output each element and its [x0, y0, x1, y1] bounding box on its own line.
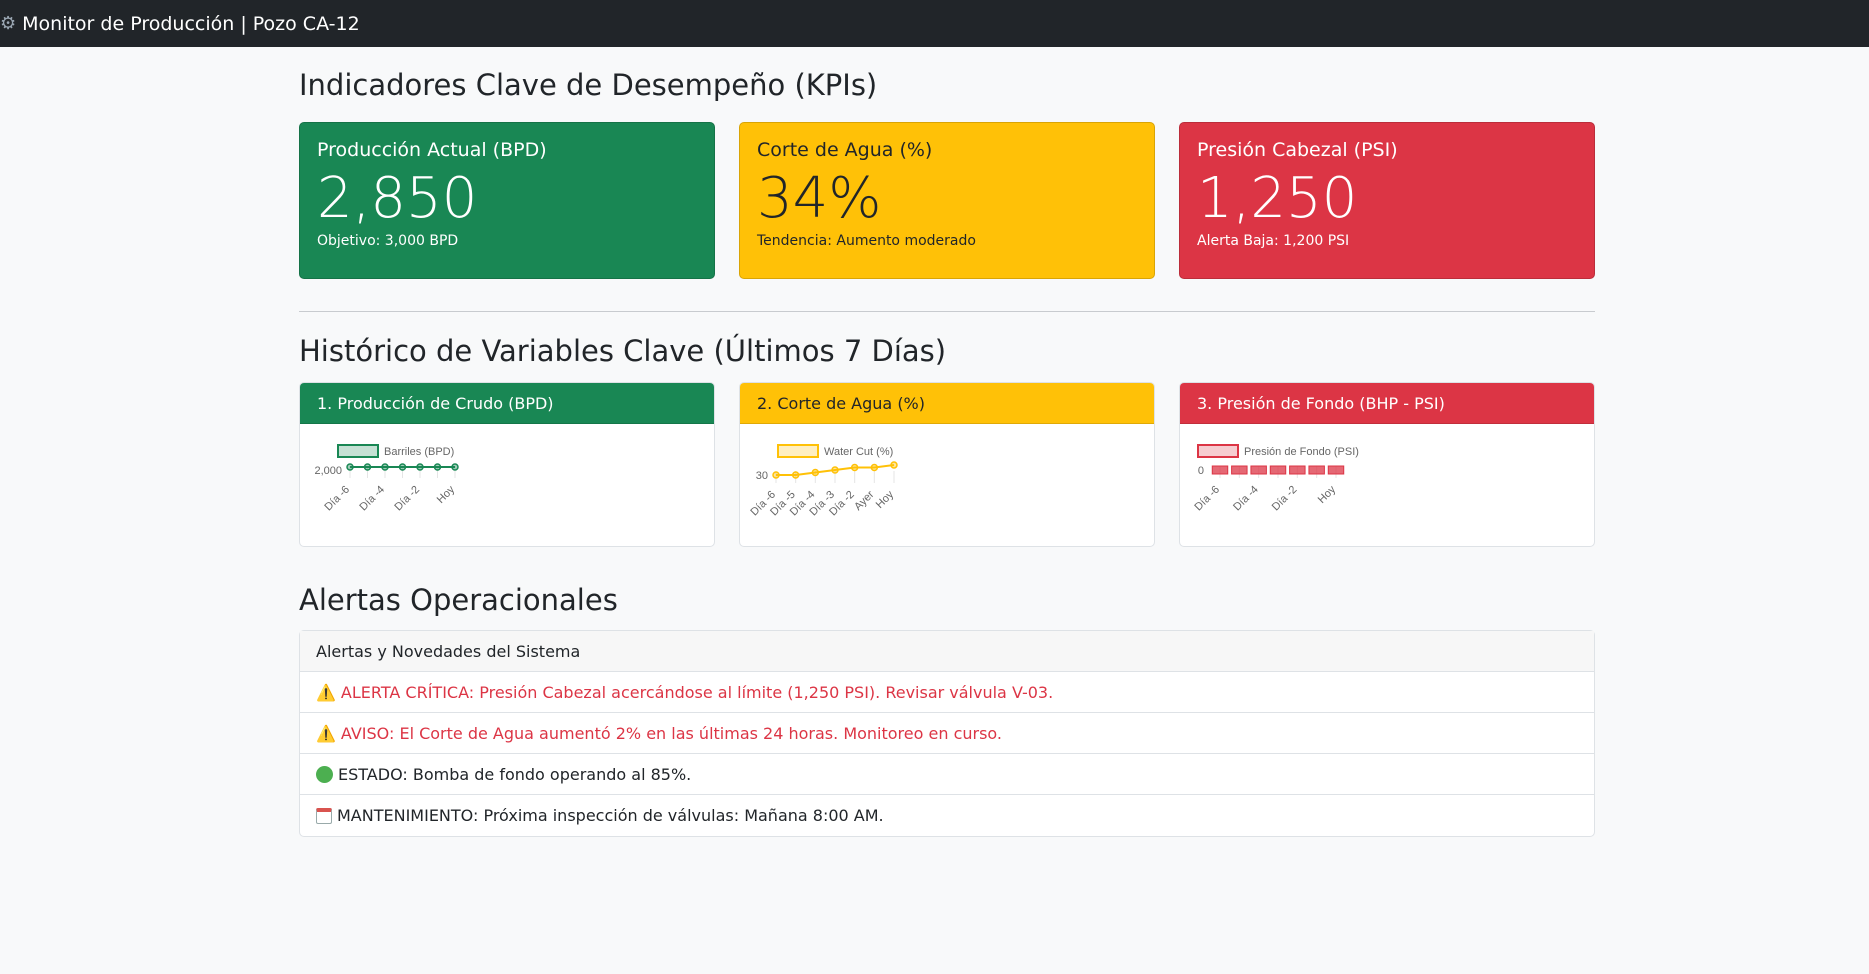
navbar: ⚙ Monitor de Producción | Pozo CA-12 [0, 0, 1869, 47]
x-tick-label: Hoy [874, 488, 897, 511]
y-tick-label: 30 [756, 470, 768, 482]
x-tick-label: Hoy [435, 483, 458, 506]
kpi-subtitle: Alerta Baja: 1,200 PSI [1197, 233, 1350, 250]
x-tick-label: Hoy [1316, 483, 1339, 506]
bar [1211, 465, 1229, 475]
chart-body: Presión de Fondo (PSI) 0 Día -6 Día -4 Día -… [1180, 424, 1594, 546]
x-tick-label: Día -2 [1270, 484, 1300, 514]
kpi-card-production: Producción Actual (BPD) 2,850 Objetivo: … [299, 122, 715, 279]
alert-item: ⚠️ AVISO: El Corte de Agua aumentó 2% en… [300, 713, 1594, 754]
bar [1231, 465, 1248, 475]
chart-row: 1. Producción de Crudo (BPD) Barriles (B… [299, 382, 1595, 547]
data-point [416, 463, 424, 471]
legend-swatch [1197, 444, 1239, 458]
legend-label: Barriles (BPD) [384, 446, 454, 458]
alert-item: ⚠️ ALERTA CRÍTICA: Presión Cabezal acerc… [300, 672, 1594, 713]
chart-card-title: 2. Corte de Agua (%) [740, 383, 1154, 424]
data-point [381, 463, 389, 471]
bar [1289, 465, 1306, 475]
alert-text: ALERTA CRÍTICA: Presión Cabezal acercánd… [340, 682, 1054, 702]
data-point [791, 471, 800, 479]
kpi-value: 1,250 [1197, 166, 1358, 231]
main-container: Indicadores Clave de Desempeño (KPIs) Pr… [299, 47, 1595, 837]
legend-swatch [337, 444, 379, 458]
x-tick-label: Día -2 [392, 484, 422, 514]
data-point [346, 463, 354, 471]
data-point [433, 463, 442, 471]
warning-icon: ⚠️ [316, 682, 336, 702]
x-tick-label: Día -6 [1192, 484, 1222, 514]
chart-card-water-cut: 2. Corte de Agua (%) Water Cut (%) 30 Día … [739, 382, 1155, 547]
kpi-card-head-pressure: Presión Cabezal (PSI) 1,250 Alerta Baja:… [1179, 122, 1595, 279]
chart-body: Water Cut (%) 30 Día -6 Día -5 Día -4 Día -3 D… [740, 424, 1154, 546]
bar [1250, 465, 1267, 475]
data-point [772, 471, 780, 479]
production-chart: Barriles (BPD) 2,000 Día -6 Día -4 Día -2 Hoy [314, 444, 459, 514]
kpi-subtitle: Tendencia: Aumento moderado [757, 233, 976, 250]
gear-icon: ⚙ [0, 13, 17, 34]
alert-text: MANTENIMIENTO: Próxima inspección de vál… [337, 806, 884, 825]
data-point [850, 463, 859, 472]
y-tick-label: 2,000 [314, 465, 342, 477]
green-circle-icon [316, 765, 333, 783]
bar [1269, 465, 1287, 475]
history-section-title: Histórico de Variables Clave (Últimos 7 … [299, 334, 947, 368]
warning-icon: ⚠️ [316, 723, 336, 743]
alerts-panel: Alertas y Novedades del Sistema ⚠️ ALERT… [299, 630, 1595, 837]
section-divider [299, 311, 1595, 312]
kpi-row: Producción Actual (BPD) 2,850 Objetivo: … [299, 122, 1595, 279]
legend-label: Water Cut (%) [824, 446, 893, 458]
kpi-title: Producción Actual (BPD) [317, 139, 547, 161]
kpi-subtitle: Objetivo: 3,000 BPD [317, 233, 459, 250]
bottom-pressure-chart: Presión de Fondo (PSI) 0 Día -6 Día -4 Día -… [1192, 444, 1359, 514]
x-tick-label: Día -6 [322, 484, 352, 514]
legend-label: Presión de Fondo (PSI) [1244, 446, 1359, 458]
kpi-card-water-cut: Corte de Agua (%) 34% Tendencia: Aumento… [739, 122, 1155, 279]
kpi-section-title: Indicadores Clave de Desempeño (KPIs) [299, 68, 878, 102]
kpi-title: Corte de Agua (%) [757, 139, 933, 161]
chart-body: Barriles (BPD) 2,000 Día -6 Día -4 Día -2 Hoy [300, 424, 714, 546]
x-tick-label: Día -4 [1231, 484, 1261, 514]
data-point [811, 468, 820, 477]
data-point [831, 466, 839, 474]
x-tick-label: Ayer [852, 488, 877, 513]
legend-swatch [777, 444, 819, 458]
data-point [870, 463, 879, 472]
alert-item: ESTADO: Bomba de fondo operando al 85%. [300, 754, 1594, 795]
kpi-value: 34% [757, 166, 882, 231]
navbar-title: Monitor de Producción | Pozo CA-12 [22, 12, 360, 35]
alerts-section-title: Alertas Operacionales [299, 583, 618, 617]
data-point [398, 463, 407, 471]
water-cut-chart: Water Cut (%)30Día -6Día -5Día -4Día -3D… [748, 444, 898, 518]
chart-card-bottom-pressure: 3. Presión de Fondo (BHP - PSI) Presión … [1179, 382, 1595, 547]
bar [1308, 465, 1325, 475]
alerts-panel-header: Alertas y Novedades del Sistema [300, 631, 1594, 672]
data-point [451, 463, 459, 471]
bar [1327, 465, 1345, 475]
kpi-value: 2,850 [317, 166, 478, 231]
chart-card-title: 1. Producción de Crudo (BPD) [300, 383, 714, 424]
data-point [363, 463, 372, 471]
alert-text: AVISO: El Corte de Agua aumentó 2% en la… [340, 723, 1003, 743]
kpi-title: Presión Cabezal (PSI) [1197, 139, 1398, 161]
x-tick-label: Día -4 [357, 484, 387, 514]
calendar-icon [316, 807, 332, 824]
y-tick-label: 0 [1198, 465, 1204, 477]
alert-text: ESTADO: Bomba de fondo operando al 85%. [338, 764, 692, 784]
data-point [890, 461, 898, 469]
chart-card-title: 3. Presión de Fondo (BHP - PSI) [1180, 383, 1594, 424]
chart-card-production: 1. Producción de Crudo (BPD) Barriles (B… [299, 382, 715, 547]
alert-item: MANTENIMIENTO: Próxima inspección de vál… [300, 795, 1594, 836]
